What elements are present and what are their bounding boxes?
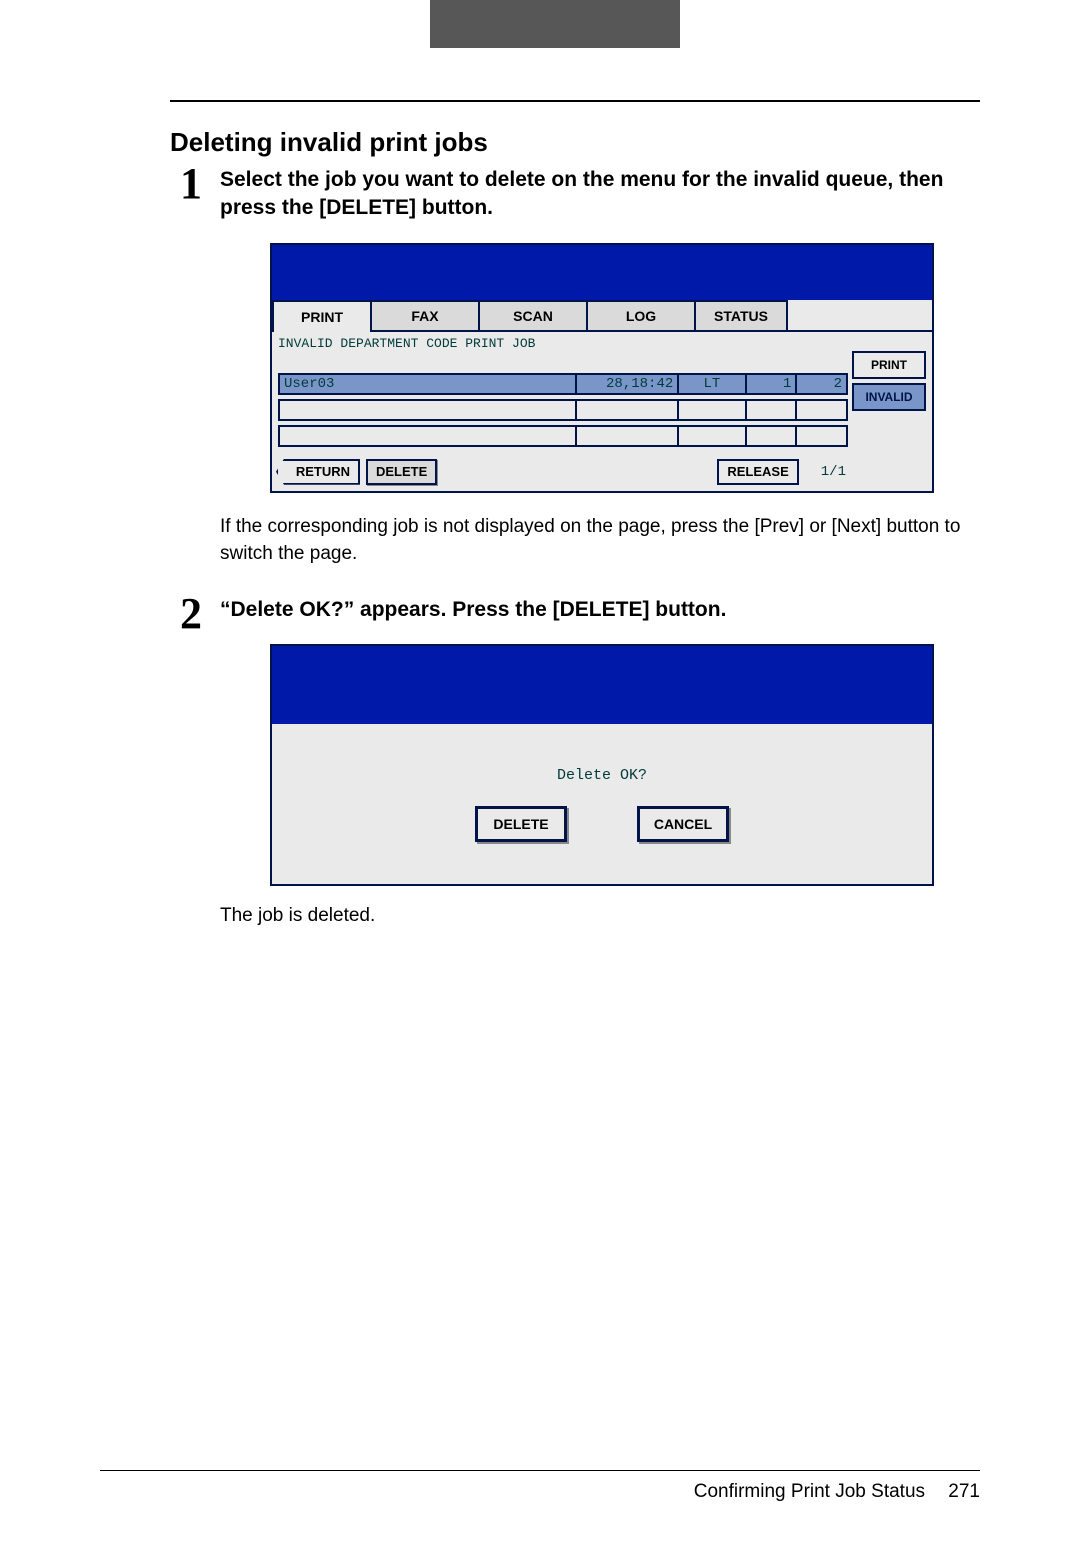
step-2-title: “Delete OK?” appears. Press the [DELETE]… [220, 596, 980, 624]
page-indicator: 1/1 [821, 464, 846, 480]
step-1-note: If the corresponding job is not displaye… [220, 513, 980, 568]
step-number-1: 1 [180, 158, 202, 209]
screen2-titlebar [272, 646, 932, 724]
rule-top [170, 100, 980, 102]
page-header-tab [430, 0, 680, 48]
job-row-empty2[interactable] [278, 425, 846, 447]
job-row-empty1[interactable] [278, 399, 846, 421]
release-button[interactable]: RELEASE [717, 459, 798, 485]
footer-page: 271 [948, 1481, 980, 1502]
job-time: 28,18:42 [575, 373, 680, 395]
tab-fax[interactable]: FAX [370, 300, 480, 332]
step-2-note: The job is deleted. [220, 902, 980, 930]
return-button[interactable]: RETURN [276, 459, 360, 485]
screen1-titlebar [272, 245, 932, 300]
tab-status[interactable]: STATUS [694, 300, 788, 332]
tab-scan[interactable]: SCAN [478, 300, 588, 332]
tab-log[interactable]: LOG [586, 300, 696, 332]
job-user: User03 [278, 373, 577, 395]
confirm-delete-button[interactable]: DELETE [475, 806, 567, 842]
footer-label: Confirming Print Job Status [694, 1481, 925, 1502]
job-copies: 1 [745, 373, 798, 395]
invalid-queue-screen: PRINT FAX SCAN LOG STATUS INVALID DEPART… [270, 243, 934, 493]
tab-print[interactable]: PRINT [272, 300, 372, 332]
delete-button[interactable]: DELETE [366, 459, 437, 485]
job-status: 2 [795, 373, 848, 395]
side-print-button[interactable]: PRINT [852, 351, 926, 379]
step-1-title: Select the job you want to delete on the… [220, 166, 980, 223]
delete-question: Delete OK? [557, 767, 647, 784]
delete-confirm-screen: Delete OK? DELETE CANCEL [270, 644, 934, 886]
section-title: Deleting invalid print jobs [170, 127, 980, 158]
job-row-selected[interactable]: User03 28,18:42 LT 1 2 [278, 373, 846, 395]
queue-subtitle: INVALID DEPARTMENT CODE PRINT JOB [272, 332, 932, 351]
step-number-2: 2 [180, 588, 202, 639]
confirm-cancel-button[interactable]: CANCEL [637, 806, 729, 842]
side-invalid-button[interactable]: INVALID [852, 383, 926, 411]
job-size: LT [677, 373, 746, 395]
rule-bottom [100, 1470, 980, 1471]
